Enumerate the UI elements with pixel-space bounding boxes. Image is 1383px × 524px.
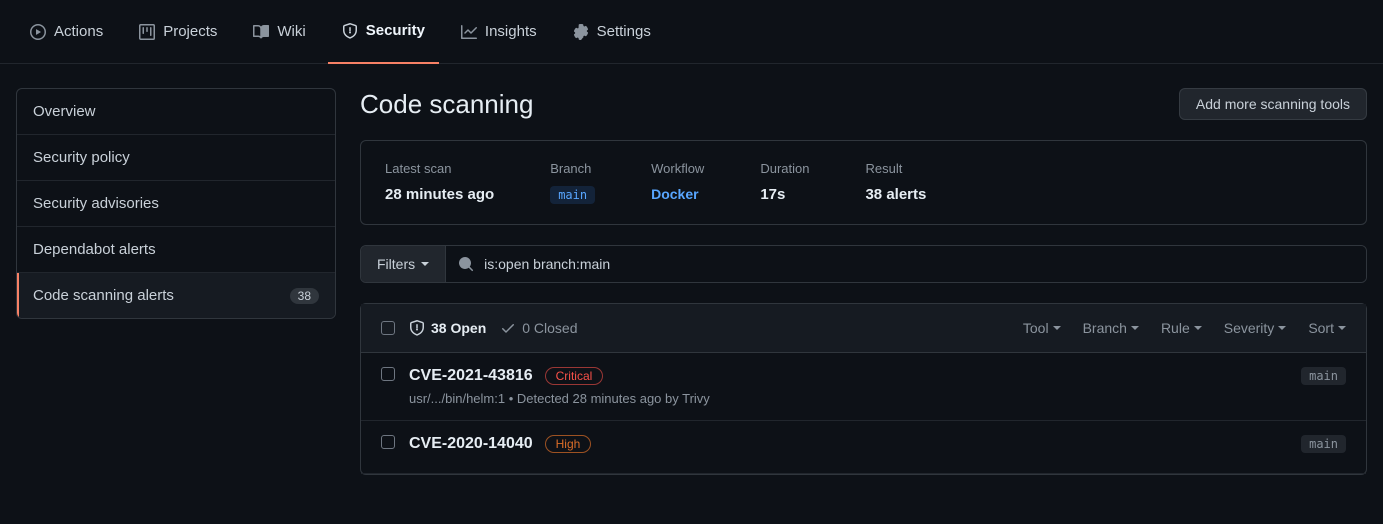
alert-select-checkbox[interactable]: [381, 367, 395, 381]
caret-down-icon: [1278, 326, 1286, 330]
caret-down-icon: [1131, 326, 1139, 330]
alert-title-link[interactable]: CVE-2020-14040: [409, 435, 533, 453]
tab-label: Actions: [54, 23, 103, 40]
project-icon: [139, 24, 155, 40]
duration-label: Duration: [760, 161, 809, 176]
filter-tool[interactable]: Tool: [1023, 320, 1061, 336]
workflow-label: Workflow: [651, 161, 704, 176]
add-scanning-tools-button[interactable]: Add more scanning tools: [1179, 88, 1367, 120]
tab-label: Insights: [485, 23, 537, 40]
result-value: 38 alerts: [865, 186, 926, 203]
scan-summary: Latest scan 28 minutes ago Branch main W…: [360, 140, 1367, 225]
tab-projects[interactable]: Projects: [125, 0, 231, 64]
caret-down-icon: [421, 262, 429, 266]
branch-chip[interactable]: main: [550, 186, 595, 204]
caret-down-icon: [1053, 326, 1061, 330]
sidebar-item-overview[interactable]: Overview: [17, 89, 335, 135]
main-content: Code scanning Add more scanning tools La…: [360, 88, 1367, 475]
filter-bar: Filters: [360, 245, 1367, 283]
tab-settings[interactable]: Settings: [559, 0, 665, 64]
result-label: Result: [865, 161, 926, 176]
sidebar-item-label: Security policy: [33, 149, 130, 166]
open-count[interactable]: 38 Open: [409, 320, 486, 336]
severity-badge: High: [545, 435, 592, 453]
tab-insights[interactable]: Insights: [447, 0, 551, 64]
sidebar-item-security-policy[interactable]: Security policy: [17, 135, 335, 181]
filter-branch[interactable]: Branch: [1083, 320, 1139, 336]
graph-icon: [461, 24, 477, 40]
gear-icon: [573, 24, 589, 40]
sidebar-item-code-scanning-alerts[interactable]: Code scanning alerts 38: [17, 273, 335, 318]
select-all-checkbox[interactable]: [381, 321, 395, 335]
play-circle-icon: [30, 24, 46, 40]
filter-sort[interactable]: Sort: [1308, 320, 1346, 336]
alert-subtext: usr/.../bin/helm:1 • Detected 28 minutes…: [409, 391, 1287, 406]
alert-branch-tag[interactable]: main: [1301, 367, 1346, 385]
tab-label: Projects: [163, 23, 217, 40]
security-sidebar: Overview Security policy Security adviso…: [16, 88, 336, 475]
branch-label: Branch: [550, 161, 595, 176]
tab-wiki[interactable]: Wiki: [239, 0, 319, 64]
alert-select-checkbox[interactable]: [381, 435, 395, 449]
sidebar-item-label: Overview: [33, 103, 96, 120]
closed-count[interactable]: 0 Closed: [500, 320, 577, 336]
search-icon: [458, 256, 474, 272]
tab-label: Wiki: [277, 23, 305, 40]
duration-value: 17s: [760, 186, 809, 203]
filter-rule[interactable]: Rule: [1161, 320, 1202, 336]
filters-button[interactable]: Filters: [361, 246, 446, 282]
check-icon: [500, 320, 516, 336]
workflow-link[interactable]: Docker: [651, 186, 704, 202]
sidebar-item-dependabot-alerts[interactable]: Dependabot alerts: [17, 227, 335, 273]
alert-branch-tag[interactable]: main: [1301, 435, 1346, 453]
tab-actions[interactable]: Actions: [16, 0, 117, 64]
filter-severity[interactable]: Severity: [1224, 320, 1287, 336]
alert-title-link[interactable]: CVE-2021-43816: [409, 367, 533, 385]
alerts-count-badge: 38: [290, 288, 319, 304]
book-icon: [253, 24, 269, 40]
sidebar-item-label: Security advisories: [33, 195, 159, 212]
sidebar-item-label: Code scanning alerts: [33, 287, 174, 304]
filters-label: Filters: [377, 256, 415, 272]
shield-icon: [342, 23, 358, 39]
alerts-list: 38 Open 0 Closed Tool Branch Rule Severi…: [360, 303, 1367, 475]
tab-label: Security: [366, 22, 425, 39]
tab-label: Settings: [597, 23, 651, 40]
shield-alert-icon: [409, 320, 425, 336]
caret-down-icon: [1338, 326, 1346, 330]
tab-security[interactable]: Security: [328, 0, 439, 64]
search-input[interactable]: [484, 256, 1354, 272]
sidebar-item-security-advisories[interactable]: Security advisories: [17, 181, 335, 227]
latest-scan-label: Latest scan: [385, 161, 494, 176]
page-title: Code scanning: [360, 89, 533, 120]
repo-topnav: Actions Projects Wiki Security Insights …: [0, 0, 1383, 64]
latest-scan-value: 28 minutes ago: [385, 186, 494, 203]
caret-down-icon: [1194, 326, 1202, 330]
alert-row: CVE-2021-43816 Critical usr/.../bin/helm…: [361, 353, 1366, 421]
severity-badge: Critical: [545, 367, 604, 385]
sidebar-item-label: Dependabot alerts: [33, 241, 156, 258]
alert-row: CVE-2020-14040 High main: [361, 421, 1366, 474]
